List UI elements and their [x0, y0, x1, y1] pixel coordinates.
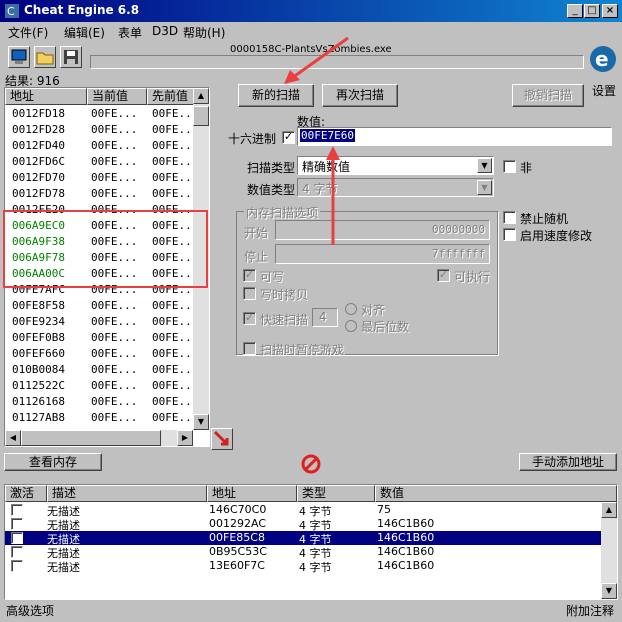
active-checkbox[interactable]	[11, 518, 23, 530]
arrow-to-new-scan	[291, 36, 349, 80]
address-table-address: 13E60F7C	[209, 559, 265, 572]
address-table-type: 4 字节	[299, 561, 332, 574]
address-table-address: 001292AC	[209, 517, 267, 530]
active-checkbox[interactable]	[11, 546, 23, 558]
table-extras-label[interactable]: 附加注释	[566, 602, 614, 619]
arrow-to-value-input-head	[326, 146, 340, 160]
address-table-rows: 无描述 146C70C0 4 字节 75 无描述 001292AC 4 字节 146C1B60…	[5, 503, 601, 583]
stop-icon	[301, 454, 321, 474]
address-table-address: 00FE85C8	[209, 531, 265, 544]
column-address[interactable]: 地址	[207, 485, 297, 502]
address-table-header: 激活 描述 地址 类型 数值	[5, 485, 617, 502]
advanced-options-label[interactable]: 高级选项	[6, 602, 54, 619]
address-table-value: 146C1B60	[377, 545, 435, 558]
scroll-down-button[interactable]: ▼	[601, 583, 617, 599]
active-checkbox[interactable]	[11, 560, 23, 572]
column-type[interactable]: 类型	[297, 485, 375, 502]
arrow-to-new-scan-head	[284, 70, 300, 84]
address-table-value: 146C1B60	[377, 517, 435, 530]
add-address-manually-button[interactable]: 手动添加地址	[519, 453, 617, 471]
active-checkbox[interactable]	[11, 532, 23, 544]
address-table-scrollbar[interactable]: ▲ ▼	[601, 502, 617, 599]
address-table-description: 无描述	[47, 561, 80, 574]
address-table-row[interactable]: 无描述 001292AC 4 字节 146C1B60	[5, 517, 601, 532]
address-table-row[interactable]: 无描述 00FE85C8 4 字节 146C1B60	[5, 531, 601, 546]
active-checkbox[interactable]	[11, 504, 23, 516]
address-table-value: 146C1B60	[377, 559, 435, 572]
column-description[interactable]: 描述	[47, 485, 207, 502]
clear-list-button[interactable]	[300, 453, 322, 475]
address-table-row[interactable]: 无描述 146C70C0 4 字节 75	[5, 503, 601, 518]
address-table[interactable]: 激活 描述 地址 类型 数值 无描述 146C70C0 4 字节 75 无描述 00129…	[4, 484, 618, 600]
column-active[interactable]: 激活	[5, 485, 47, 502]
address-table-address: 146C70C0	[209, 503, 267, 516]
column-value[interactable]: 数值	[375, 485, 617, 502]
address-table-row[interactable]: 无描述 0B95C53C 4 字节 146C1B60	[5, 545, 601, 560]
address-table-value: 146C1B60	[377, 531, 435, 544]
view-memory-button[interactable]: 查看内存	[4, 453, 102, 471]
address-table-value: 75	[377, 503, 391, 516]
address-table-address: 0B95C53C	[209, 545, 267, 558]
address-table-row[interactable]: 无描述 13E60F7C 4 字节 146C1B60	[5, 559, 601, 574]
scroll-up-button[interactable]: ▲	[601, 502, 617, 518]
